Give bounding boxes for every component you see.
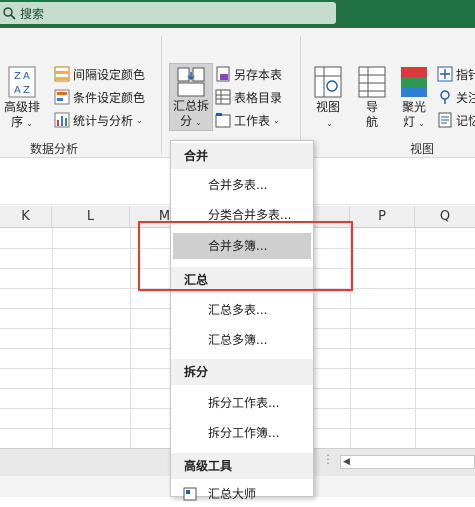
chevron-down-icon: ⌄ bbox=[195, 118, 202, 127]
chevron-down-icon: ⌄ bbox=[136, 115, 143, 125]
summary-master-icon bbox=[183, 487, 197, 501]
memory-icon bbox=[438, 112, 452, 128]
search-icon bbox=[3, 7, 16, 20]
spotlight-button[interactable]: 聚光 灯 ⌄ bbox=[396, 66, 432, 131]
condition-format-icon bbox=[54, 89, 70, 105]
memory-label: 记忆 bbox=[456, 113, 475, 128]
chevron-down-icon: ⌄ bbox=[326, 119, 333, 128]
menu-item-merge-sheets[interactable]: 合并多表... bbox=[171, 172, 313, 198]
grid-color-icon bbox=[54, 66, 70, 82]
merge-split-label-2: 分 bbox=[180, 114, 193, 128]
chevron-down-icon: ⌄ bbox=[273, 115, 280, 125]
menu-header-advanced-tools: 高级工具 bbox=[171, 453, 313, 479]
svg-text:Z: Z bbox=[14, 71, 21, 82]
svg-text:Z: Z bbox=[23, 85, 30, 96]
chevron-down-icon: ⌄ bbox=[418, 119, 425, 128]
stats-analysis-button[interactable]: 统计与分析 ⌄ bbox=[54, 110, 143, 130]
advanced-sort-button[interactable]: Z A A Z 高级排 序 ⌄ bbox=[2, 66, 42, 131]
group-label-data-analysis: 数据分析 bbox=[30, 142, 79, 156]
navigation-label: 导 航 bbox=[365, 100, 378, 129]
worksheet-icon bbox=[215, 113, 231, 128]
worksheet-label: 工作表 bbox=[234, 113, 271, 128]
merge-split-button[interactable]: 汇总拆 分 ⌄ bbox=[169, 63, 213, 131]
save-as-sheet-label: 另存本表 bbox=[234, 67, 283, 82]
ribbon-separator bbox=[300, 36, 301, 154]
worksheet-button[interactable]: 工作表 ⌄ bbox=[215, 110, 280, 130]
menu-item-summary-master-label: 汇总大师 bbox=[208, 487, 257, 501]
follow-button[interactable]: 关注 bbox=[437, 87, 475, 107]
pointer-label: 指针 bbox=[456, 67, 475, 82]
view-button[interactable]: 视图 ⌄ bbox=[310, 66, 346, 131]
navigation-button[interactable]: 导 航 bbox=[354, 66, 390, 130]
stats-label: 统计与分析 bbox=[73, 113, 134, 128]
scroll-left-icon[interactable]: ◀ bbox=[343, 456, 350, 468]
sort-az-icon: Z A A Z bbox=[8, 66, 36, 98]
spotlight-label-1: 聚光 bbox=[401, 100, 426, 114]
tab-split-handle[interactable]: ⋮ bbox=[322, 452, 334, 466]
spotlight-icon bbox=[401, 67, 427, 97]
advanced-sort-label-2: 序 bbox=[11, 115, 24, 129]
spotlight-label-2: 灯 bbox=[403, 115, 416, 129]
menu-header-split: 拆分 bbox=[171, 359, 313, 385]
save-sheet-icon bbox=[216, 66, 230, 82]
save-as-sheet-button[interactable]: 另存本表 bbox=[215, 64, 282, 84]
menu-item-split-worksheet[interactable]: 拆分工作表... bbox=[171, 390, 313, 416]
group-label-view: 视图 bbox=[410, 142, 435, 156]
navigation-icon bbox=[358, 66, 386, 98]
merge-split-icon bbox=[177, 67, 205, 97]
ribbon-separator bbox=[161, 36, 162, 154]
search-box[interactable]: 搜索 bbox=[0, 2, 336, 24]
view-label: 视图 bbox=[315, 100, 340, 114]
column-header-q[interactable]: Q bbox=[415, 206, 475, 228]
table-toc-label: 表格目录 bbox=[234, 90, 283, 105]
search-label: 搜索 bbox=[20, 6, 45, 21]
svg-text:A: A bbox=[23, 71, 30, 82]
interval-color-label: 间隔设定颜色 bbox=[73, 67, 146, 82]
merge-split-dropdown-menu: 合并 合并多表... 分类合并多表... 合并多簿... 汇总 汇总多表... … bbox=[170, 140, 314, 501]
view-grid-icon bbox=[314, 66, 342, 98]
follow-label: 关注 bbox=[456, 90, 475, 105]
interval-color-button[interactable]: 间隔设定颜色 bbox=[54, 64, 145, 84]
advanced-sort-label-1: 高级排 bbox=[3, 100, 40, 114]
condition-color-button[interactable]: 条件设定颜色 bbox=[54, 87, 145, 107]
horizontal-scrollbar[interactable]: ◀ bbox=[340, 455, 475, 469]
ribbon: Z A A Z 高级排 序 ⌄ 间隔设定颜色 条件设定颜色 统计与分析 ⌄ 数据… bbox=[0, 28, 475, 158]
svg-text:A: A bbox=[14, 85, 21, 96]
pointer-icon bbox=[437, 66, 453, 82]
table-toc-icon bbox=[215, 89, 231, 105]
merge-split-label-1: 汇总拆 bbox=[172, 99, 209, 113]
highlight-annotation-box bbox=[138, 221, 353, 291]
memory-button[interactable]: 记忆 bbox=[437, 110, 475, 130]
title-bar: 搜索 bbox=[0, 0, 475, 28]
table-toc-button[interactable]: 表格目录 bbox=[215, 87, 282, 107]
condition-color-label: 条件设定颜色 bbox=[73, 90, 146, 105]
menu-item-summary-master[interactable]: 汇总大师 bbox=[171, 481, 313, 507]
column-header-k[interactable]: K bbox=[0, 206, 52, 228]
menu-item-summary-workbooks[interactable]: 汇总多簿... bbox=[171, 327, 313, 353]
pointer-button[interactable]: 指针 bbox=[437, 64, 475, 84]
stats-icon bbox=[54, 112, 70, 128]
chevron-down-icon: ⌄ bbox=[26, 119, 33, 128]
menu-item-split-workbook[interactable]: 拆分工作簿... bbox=[171, 420, 313, 446]
column-header-l[interactable]: L bbox=[52, 206, 130, 228]
menu-header-merge: 合并 bbox=[171, 143, 313, 169]
menu-item-summary-sheets[interactable]: 汇总多表... bbox=[171, 297, 313, 323]
column-header-p[interactable]: P bbox=[350, 206, 415, 228]
follow-icon bbox=[440, 90, 450, 104]
